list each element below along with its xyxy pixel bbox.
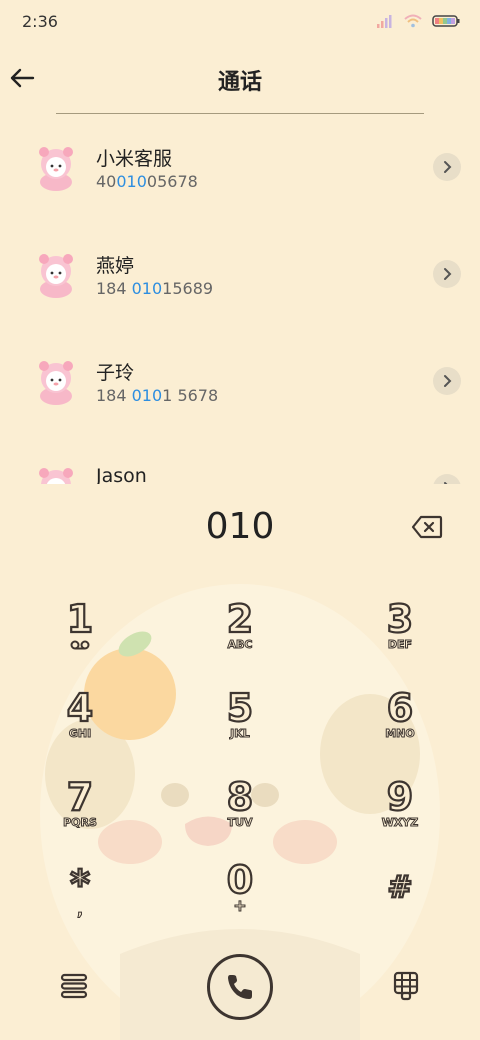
contact-name: Jason bbox=[96, 465, 147, 484]
menu-icon bbox=[60, 973, 88, 999]
key-digit: 9 bbox=[386, 774, 415, 820]
key-star[interactable]: * , bbox=[20, 861, 140, 942]
dialpad-toggle-button[interactable] bbox=[386, 966, 426, 1006]
key-letters: + bbox=[233, 896, 247, 915]
backspace-button[interactable] bbox=[410, 514, 444, 540]
contact-number: 184 0101 5678 bbox=[96, 386, 219, 405]
contact-row[interactable]: Jason bbox=[0, 435, 480, 484]
key-digit: # bbox=[386, 869, 413, 906]
chevron-right-icon bbox=[444, 161, 452, 173]
key-digit: 4 bbox=[66, 685, 95, 731]
key-4[interactable]: 4 GHI bbox=[20, 685, 140, 766]
avatar bbox=[39, 254, 73, 298]
key-digit: 3 bbox=[386, 596, 415, 642]
chevron-right-icon bbox=[444, 375, 452, 387]
key-5[interactable]: 5 JKL bbox=[180, 685, 300, 766]
key-letters: JKL bbox=[230, 727, 251, 741]
contact-number: 4001005678 bbox=[96, 172, 198, 191]
number-match: 010 bbox=[131, 279, 163, 298]
key-6[interactable]: 6 MNO bbox=[340, 685, 460, 766]
signal-icon bbox=[377, 15, 392, 28]
key-letters: ABC bbox=[227, 638, 253, 652]
key-digit: 8 bbox=[226, 774, 255, 820]
key-0[interactable]: 0 + bbox=[180, 857, 300, 938]
phone-icon bbox=[228, 975, 252, 999]
contact-row[interactable]: 子玲 184 0101 5678 bbox=[0, 328, 480, 435]
key-letters: TUV bbox=[227, 816, 253, 830]
chevron-right-icon bbox=[444, 268, 452, 280]
backspace-icon bbox=[411, 515, 443, 539]
key-2[interactable]: 2 ABC bbox=[180, 596, 300, 677]
header: 通话 bbox=[0, 52, 480, 114]
key-digit: 7 bbox=[66, 774, 95, 820]
key-digit: 1 bbox=[66, 596, 95, 642]
avatar bbox=[39, 361, 73, 405]
contact-name: 子玲 bbox=[96, 362, 135, 384]
details-button[interactable] bbox=[433, 367, 461, 395]
menu-button[interactable] bbox=[54, 966, 94, 1006]
battery-icon bbox=[432, 15, 460, 27]
number-match: 010 bbox=[131, 386, 163, 405]
contact-list: 小米客服 4001005678 燕婷 184 01015689 子玲 184 0… bbox=[0, 114, 480, 484]
number-match: 010 bbox=[116, 172, 147, 191]
page-title: 通话 bbox=[217, 70, 262, 95]
key-1[interactable]: 1 bbox=[20, 596, 140, 677]
contact-name: 小米客服 bbox=[96, 148, 173, 170]
status-icons bbox=[376, 14, 460, 28]
details-button[interactable] bbox=[433, 474, 461, 484]
key-letters: DEF bbox=[387, 638, 413, 652]
key-3[interactable]: 3 DEF bbox=[340, 596, 460, 677]
call-button[interactable] bbox=[207, 954, 273, 1020]
contact-row[interactable]: 小米客服 4001005678 bbox=[0, 114, 480, 221]
key-letters: , bbox=[76, 900, 84, 919]
contact-name: 燕婷 bbox=[96, 255, 135, 277]
key-8[interactable]: 8 TUV bbox=[180, 774, 300, 855]
avatar bbox=[39, 147, 73, 191]
key-letters: GHI bbox=[68, 727, 92, 741]
details-button[interactable] bbox=[433, 153, 461, 181]
key-digit: 2 bbox=[226, 596, 255, 642]
key-7[interactable]: 7 PQRS bbox=[20, 774, 140, 855]
key-9[interactable]: 9 WXYZ bbox=[340, 774, 460, 855]
dialpad-icon bbox=[393, 971, 419, 1001]
wifi-icon bbox=[404, 14, 422, 28]
key-hash[interactable]: # bbox=[340, 866, 460, 946]
contact-row[interactable]: 燕婷 184 01015689 bbox=[0, 221, 480, 328]
status-bar: 2:36 bbox=[0, 0, 480, 42]
status-time: 2:36 bbox=[22, 12, 58, 31]
avatar bbox=[39, 468, 73, 484]
key-digit: 6 bbox=[386, 685, 415, 731]
details-button[interactable] bbox=[433, 260, 461, 288]
contact-number: 184 01015689 bbox=[96, 279, 214, 298]
key-letters: PQRS bbox=[63, 816, 98, 830]
dialed-number-display: 010 bbox=[205, 506, 275, 547]
key-digit: 5 bbox=[226, 685, 255, 731]
key-letters: WXYZ bbox=[381, 816, 419, 830]
key-letters: MNO bbox=[385, 727, 416, 741]
